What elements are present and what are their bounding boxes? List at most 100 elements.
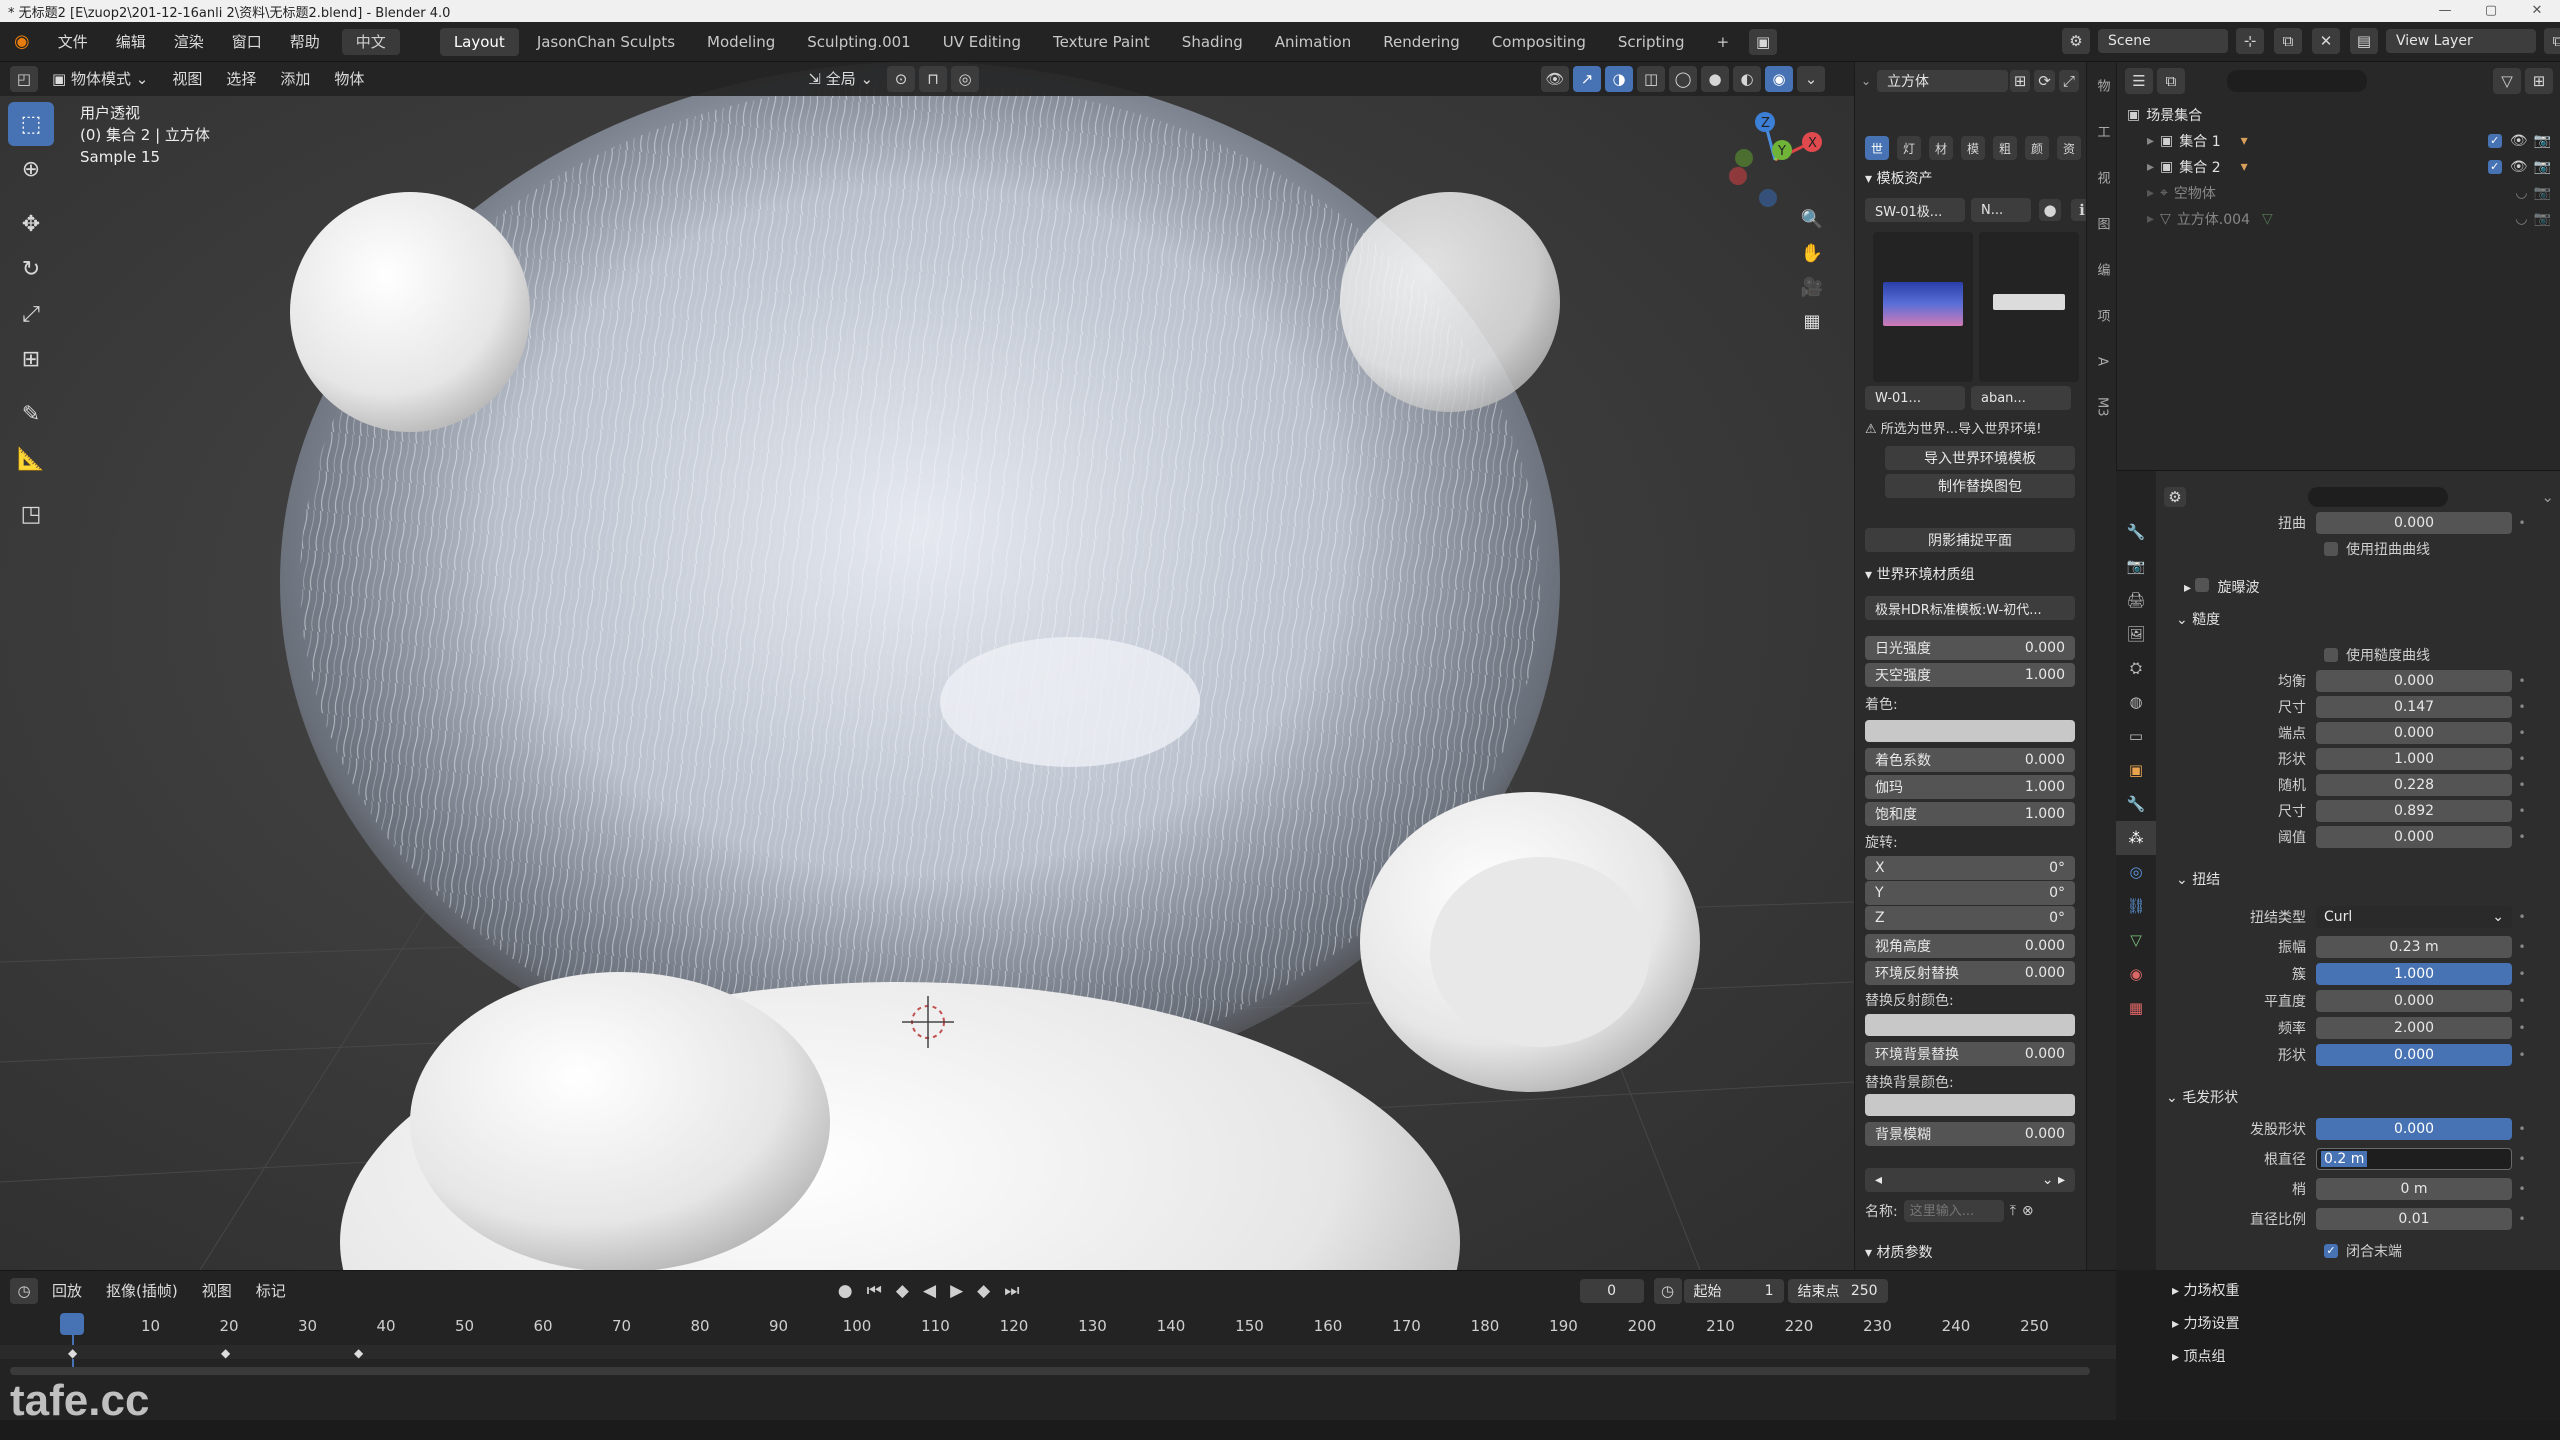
reflection-color-swatch[interactable] <box>1865 1014 2075 1036</box>
shading-options-icon[interactable]: ⌄ <box>1797 66 1826 92</box>
keyframe-dot-icon[interactable]: • <box>2512 1182 2532 1196</box>
hair-shape-param-field[interactable]: 0.01 <box>2316 1208 2512 1230</box>
outliner-search-input[interactable] <box>2227 70 2367 92</box>
workspace-tab-modeling[interactable]: Modeling <box>693 28 789 56</box>
shading-solid-icon[interactable]: ● <box>1701 66 1730 92</box>
menu-window[interactable]: 窗口 <box>218 22 276 62</box>
shading-wireframe-icon[interactable]: ◯ <box>1669 66 1698 92</box>
roughness-param-field[interactable]: 0.000 <box>2316 722 2512 744</box>
shadow-catcher-button[interactable]: 阴影捕捉平面 <box>1865 528 2075 552</box>
tab-light[interactable]: 灯 <box>1897 136 1921 160</box>
vtab-edit[interactable]: 编 <box>2087 246 2117 292</box>
workspace-tab-compositing[interactable]: Compositing <box>1478 28 1600 56</box>
upload-icon[interactable]: ⤒ <box>2010 1203 2016 1219</box>
expand-arrow-icon[interactable]: ▸ <box>2147 159 2154 175</box>
kink-param-field[interactable]: 0.000 <box>2316 1044 2512 1066</box>
outliner-display-icon[interactable]: ⧉ <box>2157 68 2185 94</box>
gizmo-neg-z[interactable] <box>1759 189 1777 207</box>
menu-select[interactable]: 选择 <box>214 62 268 96</box>
material-tab-icon[interactable]: ◉ <box>2116 957 2156 991</box>
spiral-section[interactable]: ▸ 旋曝波 <box>2184 577 2259 597</box>
view-layer-field[interactable]: View Layer <box>2386 29 2536 53</box>
tab-rough[interactable]: 粗 <box>1993 136 2017 160</box>
tab-world[interactable]: 世 <box>1865 136 1889 160</box>
hair-shape-section[interactable]: ⌄ 毛发形状 <box>2166 1087 2238 1107</box>
use-rough-curve-row[interactable]: 使用糙度曲线 <box>2156 643 2560 667</box>
snap-icon[interactable]: ⊓ <box>919 66 948 92</box>
xray-icon[interactable]: ◫ <box>1637 66 1666 92</box>
particles-tab-icon[interactable]: ⁂ <box>2116 821 2156 855</box>
kink-param-field[interactable]: 0.000 <box>2316 990 2512 1012</box>
npanel-icon-a[interactable]: ⊞ <box>2009 70 2031 92</box>
name-input[interactable] <box>1903 1200 2004 1222</box>
rotation-y-field[interactable]: Y 0° <box>1865 881 2075 905</box>
navigation-gizmo[interactable]: X Z Y <box>1720 102 1830 212</box>
camera-view-icon[interactable]: 🎥 <box>1795 270 1829 304</box>
expand-arrow-icon[interactable]: ▸ <box>2147 211 2154 227</box>
timeline-scrollbar[interactable] <box>10 1367 2090 1375</box>
filter-icon[interactable]: ▽ <box>2493 68 2521 94</box>
bg-replace-field[interactable]: 环境背景替换 0.000 <box>1865 1042 2075 1066</box>
keyframe-dot-icon[interactable]: • <box>2512 1152 2532 1166</box>
outliner-root-row[interactable]: ▣ 场景集合 <box>2117 102 2560 128</box>
npanel-expand-icon[interactable]: ⤢ <box>2058 70 2080 92</box>
gizmo-toggle-icon[interactable]: ↗ <box>1573 66 1602 92</box>
template-dropdown-2[interactable]: N... <box>1971 198 2031 222</box>
keyframe-dot-icon[interactable]: • <box>2512 1212 2532 1226</box>
gizmo-neg-y[interactable] <box>1735 149 1753 167</box>
spiral-checkbox[interactable] <box>2195 578 2210 592</box>
shading-material-icon[interactable]: ◐ <box>1733 66 1762 92</box>
empty-camera-icon[interactable]: 📷 <box>2534 185 2551 201</box>
cube004-eye-icon[interactable]: ◡ <box>2515 211 2527 227</box>
object-tab-icon[interactable]: ▣ <box>2116 753 2156 787</box>
physics-tab-icon[interactable]: ◎ <box>2116 855 2156 889</box>
hdri-thumb-left[interactable] <box>1873 232 1973 382</box>
output-tab-icon[interactable]: 🖨 <box>2116 583 2156 617</box>
outliner-editor-icon[interactable]: ☰ <box>2125 68 2153 94</box>
cursor-tool-icon[interactable]: ⊕ <box>8 147 54 191</box>
vtab-image[interactable]: 图 <box>2087 200 2117 246</box>
tab-material[interactable]: 材 <box>1929 136 1953 160</box>
kink-param-field[interactable]: 0.23 m <box>2316 936 2512 958</box>
tool-tab-icon[interactable]: 🔧 <box>2116 515 2156 549</box>
twist-field[interactable]: 0.000 <box>2316 512 2512 534</box>
3d-viewport[interactable]: ◰ ▣ 物体模式 ⌄ 视图 选择 添加 物体 ⇲ 全局 ⌄ ⊙ ⊓ ◎ 👁 ↗ … <box>0 62 1854 1270</box>
collection-2-camera-icon[interactable]: 📷 <box>2534 159 2551 175</box>
vtab-object[interactable]: 物 <box>2087 62 2117 108</box>
material-params-section[interactable]: ▾ 材质参数 <box>1865 1242 1932 1262</box>
menu-render[interactable]: 渲染 <box>160 22 218 62</box>
preset-selector[interactable]: ◂ ⌄ ▸ <box>1865 1168 2075 1192</box>
roughness-param-field[interactable]: 0.892 <box>2316 800 2512 822</box>
roughness-param-field[interactable]: 0.000 <box>2316 826 2512 848</box>
tint-factor-field[interactable]: 着色系数 0.000 <box>1865 748 2075 772</box>
new-view-layer-icon[interactable]: ⧉ <box>2544 28 2560 54</box>
workspace-tab-rendering[interactable]: Rendering <box>1369 28 1474 56</box>
dropdown-chevron-icon[interactable]: ⌄ ▸ <box>2042 1172 2065 1188</box>
roughness-param-field[interactable]: 0.000 <box>2316 670 2512 692</box>
pin-icon[interactable]: ⊹ <box>2236 28 2264 54</box>
constraints-tab-icon[interactable]: ⛓ <box>2116 889 2156 923</box>
template-assets-section[interactable]: ▾ 模板资产 <box>1865 168 1932 188</box>
empty-eye-icon[interactable]: ◡ <box>2515 185 2527 201</box>
scene-name-field[interactable]: Scene <box>2098 29 2228 53</box>
roughness-section[interactable]: ⌄ 糙度 <box>2176 609 2220 629</box>
rotation-z-field[interactable]: Z 0° <box>1865 906 2075 930</box>
prev-arrow-icon[interactable]: ◂ <box>1875 1172 1882 1188</box>
menu-edit[interactable]: 编辑 <box>102 22 160 62</box>
keyframe-dot-icon[interactable]: • <box>2512 967 2532 981</box>
tab-model[interactable]: 模 <box>1961 136 1985 160</box>
workspace-tab-sculpting[interactable]: Sculpting.001 <box>793 28 924 56</box>
vtab-view[interactable]: 视 <box>2087 154 2117 200</box>
keyframe-dot-icon[interactable]: • <box>2512 1048 2532 1062</box>
workspace-tab-animation[interactable]: Animation <box>1261 28 1365 56</box>
menu-help[interactable]: 帮助 <box>276 22 334 62</box>
visibility-icon[interactable]: 👁 <box>1541 66 1570 92</box>
properties-options-icon[interactable]: ⌄ <box>2541 488 2554 506</box>
tab-color[interactable]: 颜 <box>2025 136 2049 160</box>
measure-tool-icon[interactable]: 📐 <box>8 437 54 481</box>
window-icon[interactable]: ▣ <box>1749 28 1778 55</box>
menu-view[interactable]: 视图 <box>160 62 214 96</box>
collection-1-eye-icon[interactable]: 👁 <box>2510 133 2528 149</box>
menu-add[interactable]: 添加 <box>268 62 322 96</box>
use-twist-curve-row[interactable]: 使用扭曲曲线 <box>2156 537 2560 561</box>
